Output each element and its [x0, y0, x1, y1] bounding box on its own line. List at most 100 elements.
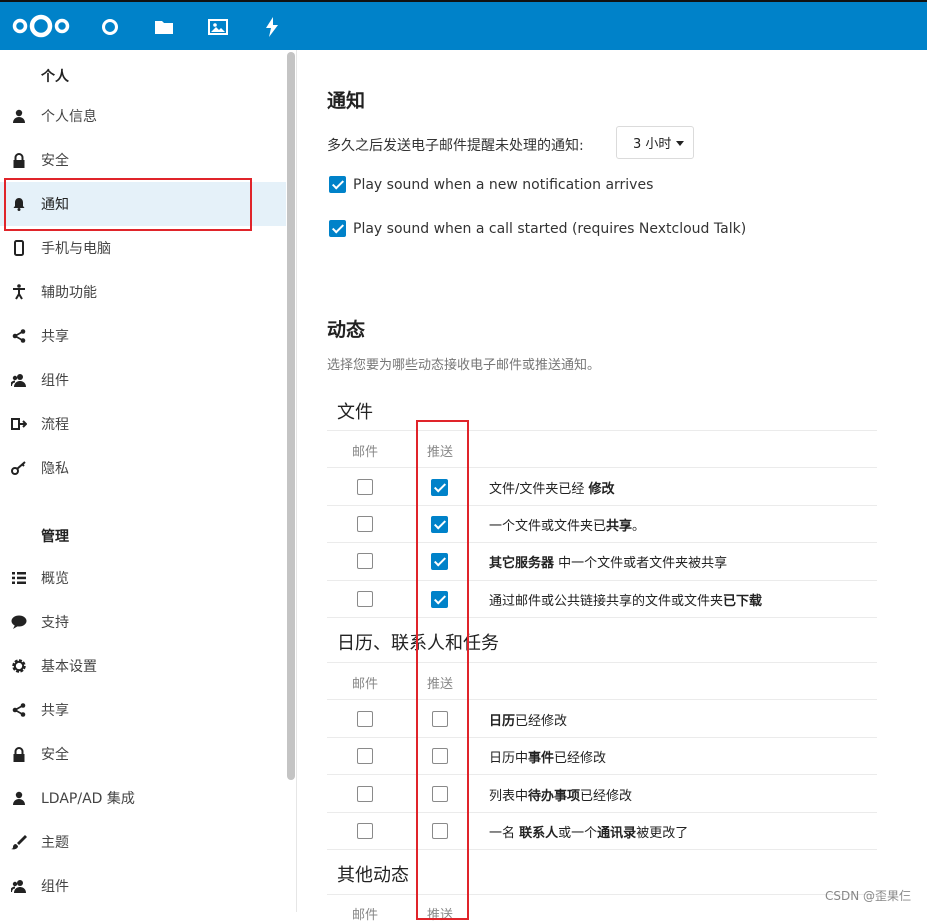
share-icon	[10, 701, 28, 719]
divider	[327, 849, 877, 850]
sidebar-item-mobile-desktop[interactable]: 手机与电脑	[0, 226, 286, 270]
top-header	[0, 0, 927, 50]
photos-image-icon[interactable]	[207, 16, 229, 38]
sound-call-checkbox[interactable]	[329, 220, 346, 237]
flow-icon	[10, 415, 28, 433]
sidebar-item-label: 流程	[41, 414, 69, 434]
user-icon	[10, 107, 28, 125]
sidebar-item-overview[interactable]: 概览	[0, 556, 286, 600]
divider	[327, 812, 877, 813]
group-title-other: 其他动态	[337, 861, 409, 887]
share-icon	[10, 327, 28, 345]
activity-row-label: 文件/文件夹已经 修改	[489, 478, 615, 497]
col-head-mail: 邮件	[352, 441, 378, 460]
sidebar-item-admin-groupware[interactable]: 组件	[0, 864, 286, 908]
accessibility-icon	[10, 283, 28, 301]
divider	[327, 774, 877, 775]
divider	[327, 580, 877, 581]
email-delay-label: 多久之后发送电子邮件提醒未处理的通知:	[327, 135, 584, 155]
watermark: CSDN @歪果仨	[825, 887, 911, 904]
sidebar-item-label: 共享	[41, 326, 69, 346]
activity-row-label: 日历中事件已经修改	[489, 747, 606, 766]
divider	[327, 894, 877, 895]
user-icon	[10, 789, 28, 807]
group-icon	[10, 877, 28, 895]
sidebar-item-basic-settings[interactable]: 基本设置	[0, 644, 286, 688]
activity-row-label: 其它服务器 中一个文件或者文件夹被共享	[489, 552, 727, 571]
sidebar-item-label: 手机与电脑	[41, 238, 111, 258]
list-icon	[10, 569, 28, 587]
sidebar-item-accessibility[interactable]: 辅助功能	[0, 270, 286, 314]
notifications-title: 通知	[327, 86, 365, 113]
mail-checkbox[interactable]	[357, 591, 373, 607]
nextcloud-logo-icon[interactable]	[10, 12, 72, 40]
activity-lightning-icon[interactable]	[261, 16, 283, 38]
divider	[327, 699, 877, 700]
mail-checkbox[interactable]	[357, 553, 373, 569]
sidebar-item-personal-info[interactable]: 个人信息	[0, 94, 286, 138]
divider	[327, 737, 877, 738]
activity-row-label: 日历已经修改	[489, 710, 567, 729]
caret-down-icon	[676, 141, 684, 146]
activity-hint: 选择您要为哪些动态接收电子邮件或推送通知。	[327, 354, 600, 373]
sidebar-item-label: 组件	[41, 370, 69, 390]
dashboard-icon[interactable]	[99, 16, 121, 38]
mail-checkbox[interactable]	[357, 786, 373, 802]
mail-checkbox[interactable]	[357, 479, 373, 495]
sidebar-item-label: 概览	[41, 568, 69, 588]
divider	[327, 467, 877, 468]
sidebar-item-admin-security[interactable]: 安全	[0, 732, 286, 776]
email-delay-select[interactable]: 3 小时	[616, 126, 694, 159]
mail-checkbox[interactable]	[357, 748, 373, 764]
group-title-files: 文件	[337, 398, 373, 424]
chat-icon	[10, 613, 28, 631]
files-folder-icon[interactable]	[153, 16, 175, 38]
lock-icon	[10, 745, 28, 763]
sidebar-item-admin-sharing[interactable]: 共享	[0, 688, 286, 732]
divider	[327, 542, 877, 543]
key-icon	[10, 459, 28, 477]
phone-icon	[10, 239, 28, 257]
sound-notification-checkbox[interactable]	[329, 176, 346, 193]
sidebar-item-theming[interactable]: 主题	[0, 820, 286, 864]
email-delay-value: 3 小时	[633, 133, 671, 152]
personal-section-title: 个人	[41, 66, 69, 86]
sidebar-item-label: 主题	[41, 832, 69, 852]
mail-checkbox[interactable]	[357, 711, 373, 727]
highlight-box-push-column	[416, 420, 469, 920]
sidebar-scrollbar[interactable]	[287, 52, 295, 780]
sidebar-item-support[interactable]: 支持	[0, 600, 286, 644]
sidebar-item-flow[interactable]: 流程	[0, 402, 286, 446]
sidebar-item-privacy[interactable]: 隐私	[0, 446, 286, 490]
mail-checkbox[interactable]	[357, 516, 373, 532]
divider	[327, 430, 877, 431]
brush-icon	[10, 833, 28, 851]
sidebar-item-ldap[interactable]: LDAP/AD 集成	[0, 776, 286, 820]
sound-call-label[interactable]: Play sound when a call started (requires…	[353, 221, 746, 237]
activity-row-label: 列表中待办事项已经修改	[489, 785, 632, 804]
sidebar-item-label: 组件	[41, 876, 69, 896]
sidebar-item-groupware[interactable]: 组件	[0, 358, 286, 402]
group-icon	[10, 371, 28, 389]
col-head-mail: 邮件	[352, 904, 378, 923]
sidebar-item-label: 隐私	[41, 458, 69, 478]
settings-sidebar: 个人 个人信息 安全 通知 手机与电脑 辅助功能 共享 组件 流程 隐私 管理 …	[0, 50, 297, 912]
col-head-mail: 邮件	[352, 673, 378, 692]
mail-checkbox[interactable]	[357, 823, 373, 839]
sidebar-item-label: 共享	[41, 700, 69, 720]
activity-title: 动态	[327, 315, 365, 342]
settings-content: 通知 多久之后发送电子邮件提醒未处理的通知: 3 小时 Play sound w…	[298, 50, 927, 912]
sidebar-item-sharing[interactable]: 共享	[0, 314, 286, 358]
sidebar-item-label: 安全	[41, 150, 69, 170]
sidebar-item-label: 辅助功能	[41, 282, 97, 302]
sidebar-item-label: LDAP/AD 集成	[41, 788, 135, 808]
sidebar-item-label: 个人信息	[41, 106, 97, 126]
sidebar-item-security[interactable]: 安全	[0, 138, 286, 182]
activity-row-label: 一个文件或文件夹已共享。	[489, 515, 645, 534]
lock-icon	[10, 151, 28, 169]
divider	[327, 662, 877, 663]
divider	[327, 505, 877, 506]
gear-icon	[10, 657, 28, 675]
activity-row-label: 一名 联系人或一个通讯录被更改了	[489, 822, 688, 841]
sound-notification-label[interactable]: Play sound when a new notification arriv…	[353, 177, 653, 193]
